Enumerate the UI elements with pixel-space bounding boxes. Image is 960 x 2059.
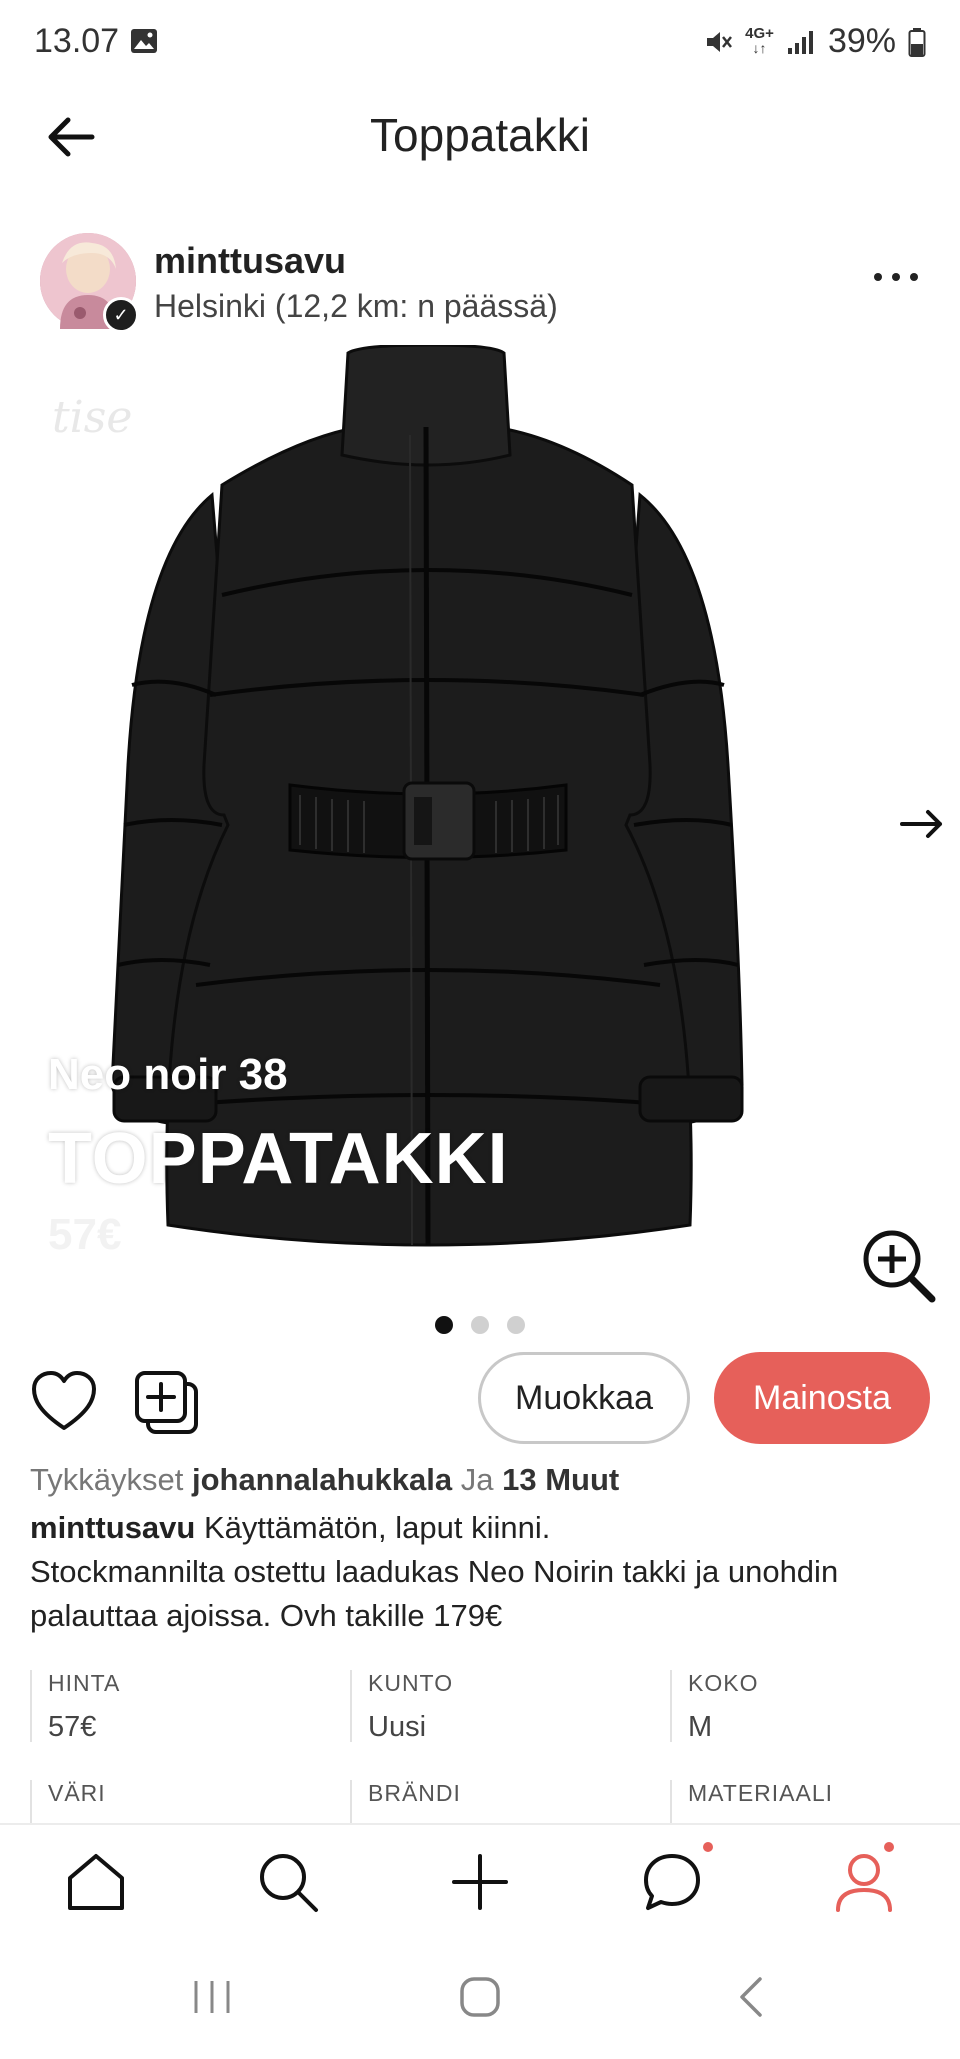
chat-notification-dot xyxy=(703,1842,713,1852)
home-button-icon[interactable] xyxy=(458,1975,502,2019)
spec-value: M xyxy=(688,1711,713,1743)
overlay-title: TOPPATAKKI xyxy=(48,1119,509,1199)
spec-value: 57€ xyxy=(48,1711,97,1743)
spec-label: BRÄNDI xyxy=(368,1780,461,1806)
liker-username[interactable]: johannalahukkala xyxy=(192,1462,452,1497)
pager-dot[interactable] xyxy=(507,1316,525,1334)
heart-icon[interactable] xyxy=(30,1370,98,1432)
likes-others[interactable]: 13 Muut xyxy=(502,1462,619,1497)
home-icon[interactable] xyxy=(64,1850,128,1914)
search-icon[interactable] xyxy=(256,1850,320,1914)
promote-button[interactable]: Mainosta xyxy=(714,1352,930,1444)
edit-button[interactable]: Muokkaa xyxy=(478,1352,690,1444)
image-pager[interactable] xyxy=(0,1316,960,1334)
spec-condition: KUNTO Uusi xyxy=(350,1670,454,1743)
spec-label: MATERIAALI xyxy=(688,1780,834,1806)
spec-label: HINTA xyxy=(48,1670,121,1696)
add-icon[interactable] xyxy=(448,1850,512,1914)
pager-dot[interactable] xyxy=(471,1316,489,1334)
spec-brand: BRÄNDI xyxy=(350,1780,461,1824)
add-to-collection-icon[interactable] xyxy=(134,1370,200,1436)
battery-percent: 39% xyxy=(827,22,896,60)
verified-badge: ✓ xyxy=(103,297,139,333)
spec-price: HINTA 57€ xyxy=(30,1670,121,1743)
likes-conjunction: Ja xyxy=(460,1462,494,1497)
profile-icon[interactable] xyxy=(832,1850,896,1914)
description-author[interactable]: minttusavu xyxy=(30,1510,195,1545)
network-icon: 4G+ ↓↑ xyxy=(745,26,774,56)
profile-notification-dot xyxy=(884,1842,894,1852)
spec-label: KUNTO xyxy=(368,1670,454,1696)
zoom-in-icon[interactable] xyxy=(858,1225,938,1305)
overlay-price: 57€ xyxy=(48,1210,122,1259)
data-arrows-icon: ↓↑ xyxy=(752,40,767,56)
status-icons: 4G+ ↓↑ 39% xyxy=(703,22,926,61)
recent-apps-icon[interactable] xyxy=(190,1975,234,2019)
signal-icon xyxy=(787,30,813,54)
likes-prefix: Tykkäykset xyxy=(30,1462,184,1497)
seller-location: Helsinki (12,2 km: n päässä) xyxy=(154,288,558,324)
description-line2: Stockmannilta ostettu laadukas Neo Noiri… xyxy=(30,1554,839,1633)
battery-icon xyxy=(908,27,926,57)
spec-label: VÄRI xyxy=(48,1780,106,1806)
seller-name[interactable]: minttusavu xyxy=(154,240,346,282)
spec-color: VÄRI xyxy=(30,1780,106,1824)
more-options-icon[interactable] xyxy=(870,262,922,292)
spec-size: KOKO M xyxy=(670,1670,759,1743)
page-title: Toppatakki xyxy=(370,109,590,161)
overlay-brand: Neo noir 38 xyxy=(48,1050,288,1099)
chat-icon[interactable] xyxy=(640,1850,704,1914)
spec-label: KOKO xyxy=(688,1670,759,1696)
status-time: 13.07 xyxy=(34,22,120,60)
spec-material: MATERIAALI xyxy=(670,1780,833,1824)
watermark: tise xyxy=(52,392,133,443)
likes-summary[interactable]: Tykkäykset johannalahukkala Ja 13 Muut xyxy=(30,1462,619,1498)
spec-value: Uusi xyxy=(368,1711,427,1743)
gallery-icon xyxy=(131,29,157,53)
system-back-icon[interactable] xyxy=(730,1975,774,2019)
pager-dot[interactable] xyxy=(435,1316,453,1334)
mute-icon xyxy=(707,31,733,52)
description: minttusavu Käyttämätön, laput kiinni. St… xyxy=(30,1506,930,1638)
description-line1: Käyttämätön, laput kiinni. xyxy=(203,1510,551,1545)
next-image-arrow-icon[interactable] xyxy=(898,800,946,848)
